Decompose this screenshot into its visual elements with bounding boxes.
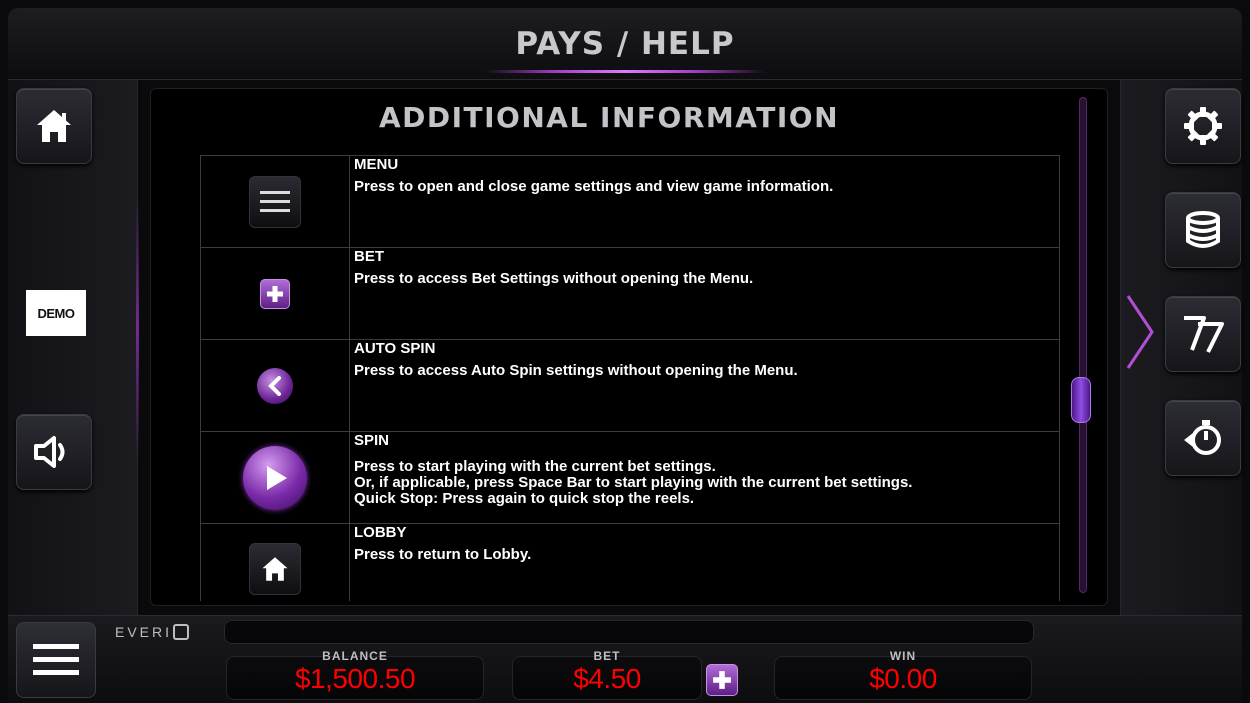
message-bar — [224, 620, 1034, 644]
speaker-icon — [34, 436, 65, 468]
win-label: WIN — [889, 649, 917, 663]
text-cell: AUTO SPIN Press to access Auto Spin sett… — [350, 340, 1060, 431]
help-panel: ADDITIONAL INFORMATION MENU Press to ope… — [150, 88, 1108, 606]
settings-button[interactable] — [1165, 88, 1241, 164]
bet-value: $4.50 — [573, 663, 641, 694]
row-title: MENU — [354, 156, 399, 173]
header-glow — [485, 70, 765, 73]
row-title: LOBBY — [354, 524, 407, 541]
home-icon — [249, 542, 301, 595]
row-description: Press to access Auto Spin settings witho… — [354, 362, 798, 379]
balance-value: $1,500.50 — [294, 663, 416, 694]
chevron-left-icon — [257, 367, 293, 404]
text-cell: MENU Press to open and close game settin… — [350, 156, 1060, 247]
icon-cell — [200, 340, 350, 431]
info-row-auto-spin: AUTO SPIN Press to access Auto Spin sett… — [200, 339, 1060, 431]
row-title: SPIN — [354, 432, 390, 449]
info-row-bet: BET Press to access Bet Settings without… — [200, 247, 1060, 339]
icon-cell — [200, 524, 350, 601]
play-icon — [243, 445, 307, 510]
panel-title: ADDITIONAL INFORMATION — [378, 101, 840, 134]
text-cell: LOBBY Press to return to Lobby. — [350, 524, 1060, 601]
info-row-lobby: LOBBY Press to return to Lobby. — [200, 523, 1060, 601]
brand-name: EVERI — [115, 624, 173, 640]
brand-mark-icon — [173, 624, 190, 640]
balance-label: BALANCE — [322, 649, 388, 663]
scrollbar-thumb[interactable] — [1071, 377, 1091, 423]
coins-stack-icon — [1186, 211, 1220, 248]
icon-cell — [200, 156, 350, 247]
paytable-button[interactable] — [1165, 296, 1241, 372]
bet-meter: BET $4.50 — [512, 649, 702, 700]
text-cell: BET Press to access Bet Settings without… — [350, 248, 1060, 339]
icon-cell — [200, 248, 350, 339]
page-title: PAYS / HELP — [515, 26, 735, 62]
icon-cell — [200, 432, 350, 523]
balance-meter: BALANCE $1,500.50 — [226, 649, 484, 700]
info-row-spin: SPIN Press to start playing with the cur… — [200, 431, 1060, 523]
win-value: $0.00 — [869, 663, 937, 694]
plus-icon — [260, 278, 290, 309]
home-icon — [37, 110, 71, 142]
menu-button[interactable] — [16, 622, 96, 698]
active-indicator-arrow — [1126, 295, 1154, 369]
bet-settings-button[interactable] — [1165, 192, 1241, 268]
row-description: Press to return to Lobby. — [354, 546, 532, 563]
row-title: AUTO SPIN — [354, 340, 436, 357]
gear-icon — [1184, 107, 1222, 145]
left-rail-glow — [136, 200, 139, 460]
row-description: Press to open and close game settings an… — [354, 178, 834, 195]
info-row-menu: MENU Press to open and close game settin… — [200, 155, 1060, 247]
scrollbar-track[interactable] — [1079, 97, 1087, 593]
sevens-icon — [1184, 316, 1224, 353]
row-description: Press to start playing with the current … — [354, 458, 913, 507]
info-table: MENU Press to open and close game settin… — [200, 155, 1060, 601]
hamburger-icon — [33, 644, 79, 675]
home-button[interactable] — [16, 88, 92, 164]
sound-button[interactable] — [16, 414, 92, 490]
history-button[interactable] — [1165, 400, 1241, 476]
row-title: BET — [354, 248, 384, 265]
timer-icon — [1184, 420, 1221, 455]
hamburger-icon — [249, 175, 301, 228]
win-meter: WIN $0.00 — [774, 649, 1032, 700]
row-description: Press to access Bet Settings without ope… — [354, 270, 754, 287]
bet-increase-button[interactable] — [706, 664, 738, 696]
bet-label: BET — [593, 649, 621, 663]
text-cell: SPIN Press to start playing with the cur… — [350, 432, 1060, 523]
brand-logo: EVERI — [115, 624, 190, 640]
demo-badge: DEMO — [26, 290, 86, 336]
plus-icon — [713, 671, 731, 689]
